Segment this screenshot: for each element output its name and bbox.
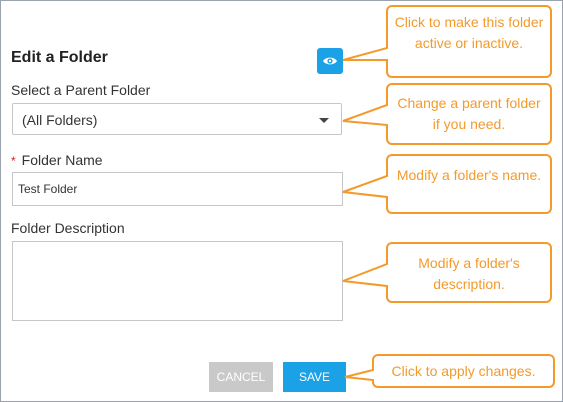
callout-description-text: Modify a folder's description. [418, 255, 520, 292]
callout-save-text: Click to apply changes. [391, 363, 536, 379]
callout-parent-text: Change a parent folder if you need. [397, 95, 541, 132]
callout-shapes [342, 5, 555, 388]
callout-name-text: Modify a folder's name. [396, 167, 542, 183]
callout-toggle-text: Click to make this folder active or inac… [394, 14, 544, 51]
